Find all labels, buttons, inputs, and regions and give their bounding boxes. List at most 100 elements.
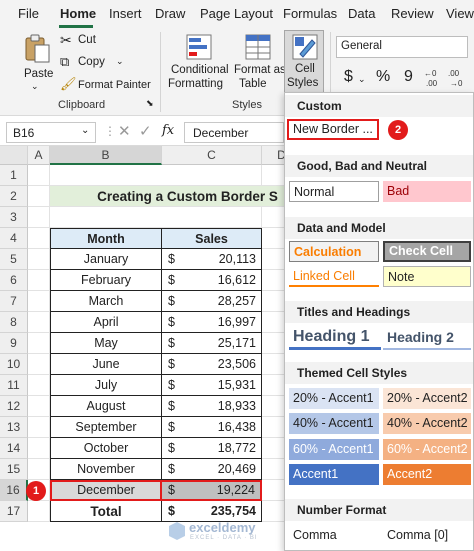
sales-cell[interactable]: $16,438 <box>162 417 262 438</box>
column-header[interactable]: C <box>162 146 262 165</box>
grid-cell[interactable] <box>28 186 50 207</box>
comma-0-style[interactable]: Comma [0] <box>383 525 471 546</box>
grid-cell[interactable] <box>28 459 50 480</box>
sales-cell[interactable]: $18,933 <box>162 396 262 417</box>
grid-cell[interactable] <box>28 333 50 354</box>
row-header[interactable]: 7 <box>0 291 28 312</box>
accent2-60-style[interactable]: 60% - Accent2 <box>383 439 471 460</box>
grid-cell[interactable] <box>28 396 50 417</box>
row-header[interactable]: 13 <box>0 417 28 438</box>
tab-file[interactable]: File <box>18 6 39 21</box>
grid-cell[interactable] <box>28 165 50 186</box>
accent2-style[interactable]: Accent2 <box>383 464 471 485</box>
accent1-style[interactable]: Accent1 <box>289 464 379 485</box>
accent2-40-style[interactable]: 40% - Accent2 <box>383 413 471 434</box>
conditional-formatting-button[interactable]: Conditional Formatting <box>168 32 230 94</box>
currency-format-button[interactable]: $ <box>344 68 353 86</box>
sales-header[interactable]: Sales <box>162 228 262 249</box>
tab-insert[interactable]: Insert <box>109 6 142 21</box>
sales-cell[interactable]: $20,113 <box>162 249 262 270</box>
normal-style[interactable]: Normal <box>289 181 379 202</box>
month-cell[interactable]: November <box>50 459 162 480</box>
new-border-style[interactable]: New Border ... <box>287 119 379 140</box>
grid-cell[interactable] <box>28 312 50 333</box>
row-header[interactable]: 8 <box>0 312 28 333</box>
cell-styles-button[interactable]: Cell Styles <box>284 30 324 94</box>
format-painter-button[interactable]: 🖌 Format Painter <box>60 76 152 94</box>
column-header[interactable]: A <box>28 146 50 165</box>
row-header[interactable]: 17 <box>0 501 28 522</box>
linked-cell-style[interactable]: Linked Cell <box>289 266 379 287</box>
grid-cell[interactable] <box>28 291 50 312</box>
accent2-20-style[interactable]: 20% - Accent2 <box>383 388 471 409</box>
row-header[interactable]: 1 <box>0 165 28 186</box>
month-cell[interactable]: September <box>50 417 162 438</box>
sheet-title[interactable]: Creating a Custom Border S <box>50 186 290 207</box>
select-all-corner[interactable] <box>0 146 28 165</box>
row-header[interactable]: 16 <box>0 480 28 501</box>
comma-style[interactable]: Comma <box>289 525 379 546</box>
number-format-dropdown[interactable]: General <box>336 36 468 58</box>
grid-cell[interactable] <box>28 228 50 249</box>
grid-cell[interactable] <box>50 165 262 186</box>
tab-view[interactable]: View <box>446 6 474 21</box>
accent1-60-style[interactable]: 60% - Accent1 <box>289 439 379 460</box>
calculation-style[interactable]: Calculation <box>289 241 379 262</box>
grid-cell[interactable] <box>28 417 50 438</box>
row-header[interactable]: 6 <box>0 270 28 291</box>
grid-cell[interactable] <box>28 249 50 270</box>
row-header[interactable]: 5 <box>0 249 28 270</box>
sales-cell[interactable]: $23,506 <box>162 354 262 375</box>
tab-review[interactable]: Review <box>391 6 434 21</box>
grid-cell[interactable] <box>28 375 50 396</box>
comma-style-button[interactable]: 9 <box>404 68 413 86</box>
month-cell[interactable]: May <box>50 333 162 354</box>
month-cell[interactable]: April <box>50 312 162 333</box>
grid-cell[interactable] <box>28 354 50 375</box>
month-cell[interactable]: August <box>50 396 162 417</box>
sales-cell[interactable]: $19,224 <box>162 480 262 501</box>
sales-cell[interactable]: $15,931 <box>162 375 262 396</box>
sales-cell[interactable]: $16,612 <box>162 270 262 291</box>
accent1-40-style[interactable]: 40% - Accent1 <box>289 413 379 434</box>
cut-button[interactable]: ✂ Cut <box>60 32 120 50</box>
row-header[interactable]: 2 <box>0 186 28 207</box>
row-header[interactable]: 9 <box>0 333 28 354</box>
formula-input[interactable]: December <box>184 122 284 143</box>
decrease-decimal-icon[interactable]: .00 →0 <box>448 68 466 88</box>
row-header[interactable]: 10 <box>0 354 28 375</box>
tab-home[interactable]: Home <box>60 6 96 21</box>
tab-data[interactable]: Data <box>348 6 375 21</box>
name-box[interactable]: B16 ⌄ <box>6 122 96 143</box>
sales-cell[interactable]: $16,997 <box>162 312 262 333</box>
chevron-down-icon[interactable]: ⌄ <box>358 74 366 85</box>
enter-icon[interactable]: ✓ <box>139 122 152 140</box>
sales-cell[interactable]: $25,171 <box>162 333 262 354</box>
heading-1-style[interactable]: Heading 1 <box>289 326 381 350</box>
month-cell[interactable]: July <box>50 375 162 396</box>
row-header[interactable]: 3 <box>0 207 28 228</box>
sales-cell[interactable]: $20,469 <box>162 459 262 480</box>
insert-function-icon[interactable]: fx <box>162 123 174 138</box>
heading-2-style[interactable]: Heading 2 <box>383 327 471 350</box>
row-header[interactable]: 12 <box>0 396 28 417</box>
grid-cell[interactable] <box>28 270 50 291</box>
grid-cell[interactable] <box>28 207 50 228</box>
format-as-table-button[interactable]: Format as Table <box>233 32 286 94</box>
row-header[interactable]: 14 <box>0 438 28 459</box>
tab-formulas[interactable]: Formulas <box>283 6 337 21</box>
month-cell[interactable]: June <box>50 354 162 375</box>
grid-cell[interactable] <box>28 438 50 459</box>
row-header[interactable]: 4 <box>0 228 28 249</box>
month-cell[interactable]: January <box>50 249 162 270</box>
grid-cell[interactable] <box>50 207 262 228</box>
sales-cell[interactable]: $18,772 <box>162 438 262 459</box>
percent-style-button[interactable]: % <box>376 68 390 86</box>
note-style[interactable]: Note <box>383 266 471 287</box>
grid-cell[interactable] <box>28 501 50 522</box>
dialog-launcher-icon[interactable]: ⬊ <box>146 98 154 109</box>
month-header[interactable]: Month <box>50 228 162 249</box>
copy-button[interactable]: ⧉ Copy ⌄ <box>60 54 140 72</box>
row-header[interactable]: 11 <box>0 375 28 396</box>
bad-style[interactable]: Bad <box>383 181 471 202</box>
